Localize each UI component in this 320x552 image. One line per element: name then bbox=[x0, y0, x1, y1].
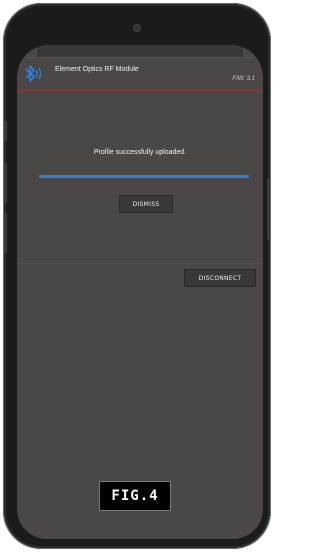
section-divider bbox=[17, 263, 263, 264]
header-bottom-divider bbox=[17, 90, 263, 91]
figure-label: FIG.4 bbox=[99, 481, 171, 511]
phone-frame: Element Optics RF Module F/W: 3.1 Profil… bbox=[3, 3, 271, 549]
volume-up-button bbox=[4, 163, 7, 203]
firmware-version: F/W: 3.1 bbox=[232, 76, 255, 82]
dismiss-button[interactable]: DISMISS bbox=[119, 195, 173, 213]
front-camera bbox=[134, 25, 140, 31]
upload-progress-fill bbox=[39, 175, 249, 178]
upload-progress-bar bbox=[39, 175, 249, 178]
power-button bbox=[267, 178, 270, 240]
disconnect-button[interactable]: DISCONNECT bbox=[184, 269, 256, 287]
mute-switch bbox=[4, 121, 7, 141]
header-top-divider bbox=[17, 57, 263, 58]
bluetooth-icon bbox=[25, 65, 42, 82]
app-title: Element Optics RF Module bbox=[55, 66, 139, 73]
volume-down-button bbox=[4, 213, 7, 253]
app-screen: Element Optics RF Module F/W: 3.1 Profil… bbox=[17, 45, 263, 539]
upload-status-text: Profile successfully uploaded. bbox=[93, 149, 187, 156]
header-tab bbox=[37, 45, 243, 57]
